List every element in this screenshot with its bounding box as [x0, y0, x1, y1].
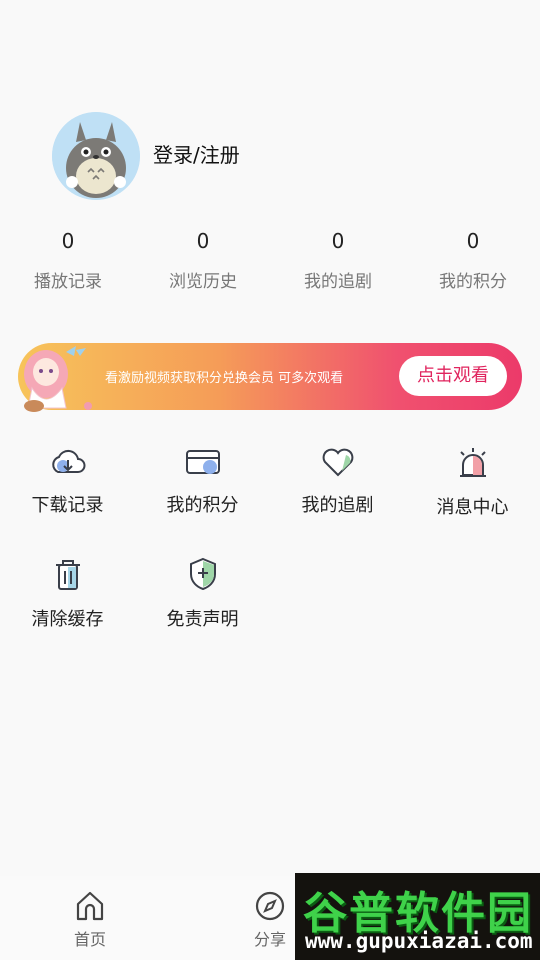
grid-label: 下载记录 — [31, 495, 104, 516]
tab-home[interactable]: 首页 — [40, 890, 140, 950]
stat-play-history[interactable]: 0 播放记录 — [0, 229, 136, 292]
stat-my-points[interactable]: 0 我的积分 — [405, 229, 540, 292]
compass-icon — [255, 891, 285, 921]
stat-value: 0 — [196, 229, 210, 253]
stat-label: 我的追剧 — [304, 272, 372, 292]
watermark-url: www.gupuxiazai.com — [305, 929, 533, 953]
home-icon — [76, 891, 104, 921]
grid-label: 消息中心 — [436, 497, 509, 518]
my-points-item[interactable]: 我的积分 — [135, 447, 270, 517]
grid-label: 清除缓存 — [31, 609, 104, 630]
stat-label: 我的积分 — [439, 272, 507, 292]
message-center-item[interactable]: 消息中心 — [405, 447, 540, 519]
avatar[interactable] — [52, 112, 140, 200]
anime-girl-illustration — [24, 346, 92, 412]
banner-text: 看激励视频获取积分兑换会员 可多次观看 — [105, 371, 344, 386]
shield-plus-icon — [189, 557, 216, 591]
grid-label: 我的积分 — [166, 495, 239, 516]
site-watermark: 谷普软件园 www.gupuxiazai.com — [295, 873, 540, 960]
watch-now-button[interactable]: 点击观看 — [399, 356, 507, 396]
clear-cache-item[interactable]: 清除缓存 — [0, 557, 135, 631]
tab-label: 首页 — [73, 930, 106, 949]
totoro-avatar-image — [52, 112, 140, 200]
grid-label: 我的追剧 — [301, 495, 374, 516]
stat-value: 0 — [61, 229, 75, 253]
stat-label: 播放记录 — [34, 272, 102, 292]
stat-browse-history[interactable]: 0 浏览历史 — [135, 229, 271, 292]
my-follows-item[interactable]: 我的追剧 — [270, 447, 405, 517]
stat-value: 0 — [466, 229, 480, 253]
disclaimer-item[interactable]: 免责声明 — [135, 557, 270, 631]
card-icon — [185, 450, 220, 474]
trash-icon — [55, 560, 80, 590]
alarm-icon — [459, 448, 486, 477]
stat-label: 浏览历史 — [169, 272, 237, 292]
heart-icon — [322, 448, 353, 477]
stat-value: 0 — [331, 229, 345, 253]
login-register-link[interactable]: 登录/注册 — [153, 139, 240, 168]
stat-my-follows[interactable]: 0 我的追剧 — [270, 229, 406, 292]
download-records-item[interactable]: 下载记录 — [0, 447, 135, 517]
cloud-download-icon — [51, 449, 85, 473]
grid-label: 免责声明 — [166, 609, 239, 630]
